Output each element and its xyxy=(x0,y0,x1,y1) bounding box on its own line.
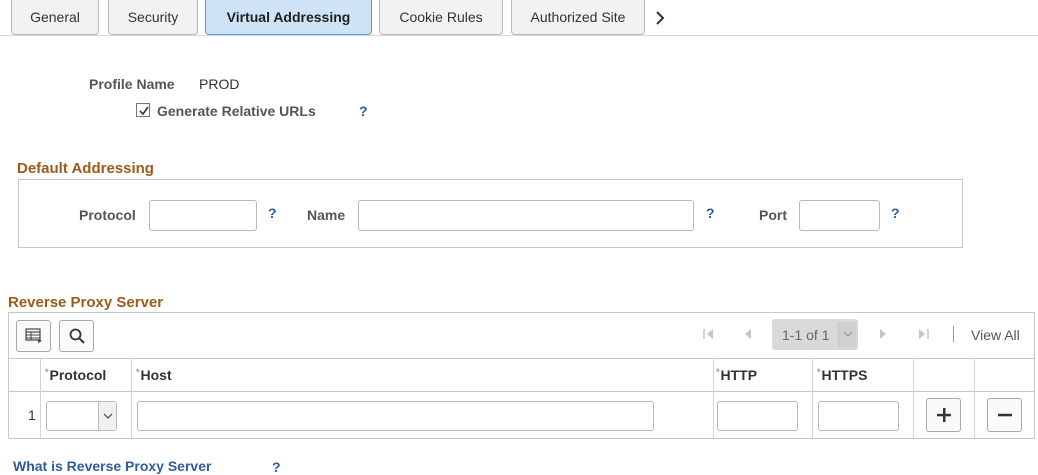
column-header-https[interactable]: *HTTPS xyxy=(817,367,867,383)
column-header-label: Host xyxy=(140,367,172,383)
last-page-icon[interactable] xyxy=(916,327,930,341)
protocol-input[interactable] xyxy=(149,200,257,231)
column-header-label: Protocol xyxy=(49,367,107,383)
tab-security[interactable]: Security xyxy=(108,0,198,35)
find-button[interactable] xyxy=(59,320,94,352)
protocol-label: Protocol xyxy=(79,207,136,223)
grid-settings-icon xyxy=(24,328,42,343)
profile-name-value: PROD xyxy=(199,76,240,92)
column-header-host[interactable]: *Host xyxy=(136,367,172,383)
previous-page-icon[interactable] xyxy=(741,327,755,341)
tab-label: General xyxy=(30,9,80,25)
view-all-link[interactable]: View All xyxy=(971,327,1020,343)
port-label: Port xyxy=(759,207,787,223)
required-marker: * xyxy=(136,367,140,377)
help-icon[interactable]: ? xyxy=(891,205,900,221)
column-divider xyxy=(974,358,975,438)
generate-relative-urls-label: Generate Relative URLs xyxy=(157,103,316,119)
first-page-icon[interactable] xyxy=(702,327,716,341)
column-header-http[interactable]: *HTTP xyxy=(716,367,757,383)
help-icon[interactable]: ? xyxy=(706,205,715,221)
port-input[interactable] xyxy=(799,200,880,231)
pager-divider xyxy=(953,326,954,342)
row-number: 1 xyxy=(28,407,36,423)
tab-label: Virtual Addressing xyxy=(226,9,351,25)
protocol-select[interactable] xyxy=(46,401,117,431)
delete-row-button[interactable] xyxy=(987,398,1022,432)
https-port-input[interactable] xyxy=(818,401,899,431)
profile-name-label: Profile Name xyxy=(89,76,175,92)
column-header-label: HTTP xyxy=(720,367,758,383)
column-divider xyxy=(131,358,132,438)
plus-icon xyxy=(936,408,951,422)
add-row-button[interactable] xyxy=(926,398,961,432)
tab-virtual-addressing[interactable]: Virtual Addressing xyxy=(205,0,372,35)
tab-label: Cookie Rules xyxy=(399,9,483,25)
column-divider xyxy=(713,358,714,438)
checkmark-icon xyxy=(139,106,149,116)
help-icon[interactable]: ? xyxy=(268,205,277,221)
required-marker: * xyxy=(45,367,49,377)
personalize-grid-button[interactable] xyxy=(16,320,51,352)
tab-general[interactable]: General xyxy=(11,0,99,35)
http-port-input[interactable] xyxy=(717,401,798,431)
tab-authorized-site[interactable]: Authorized Site xyxy=(511,0,645,35)
tab-label: Security xyxy=(127,9,179,25)
next-page-icon[interactable] xyxy=(876,327,890,341)
name-label: Name xyxy=(307,207,346,223)
minus-icon xyxy=(997,413,1012,417)
pager-text: 1-1 of 1 xyxy=(782,326,830,343)
default-addressing-title: Default Addressing xyxy=(17,160,154,177)
reverse-proxy-title: Reverse Proxy Server xyxy=(8,294,164,311)
help-icon[interactable]: ? xyxy=(272,459,281,475)
column-divider xyxy=(812,358,813,438)
pager-dropdown[interactable]: 1-1 of 1 xyxy=(772,319,858,350)
search-icon xyxy=(69,328,85,344)
generate-relative-urls-checkbox[interactable] xyxy=(136,103,150,117)
column-divider xyxy=(913,358,914,438)
name-input[interactable] xyxy=(358,200,694,231)
tab-label: Authorized Site xyxy=(530,9,626,25)
column-header-protocol[interactable]: *Protocol xyxy=(45,367,106,383)
chevron-right-icon[interactable] xyxy=(651,9,669,27)
what-is-reverse-proxy-link[interactable]: What is Reverse Proxy Server xyxy=(13,458,211,474)
chevron-down-icon xyxy=(838,322,856,347)
column-divider xyxy=(40,358,41,438)
host-input[interactable] xyxy=(137,401,654,431)
required-marker: * xyxy=(817,367,821,377)
required-marker: * xyxy=(716,367,720,377)
column-header-label: HTTPS xyxy=(821,367,868,383)
help-icon[interactable]: ? xyxy=(359,103,368,119)
tab-cookie-rules[interactable]: Cookie Rules xyxy=(379,0,503,35)
tab-divider xyxy=(0,35,1038,36)
chevron-down-icon xyxy=(98,402,116,430)
